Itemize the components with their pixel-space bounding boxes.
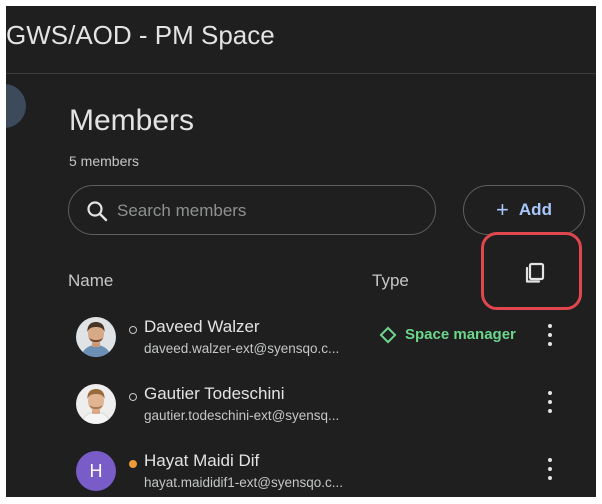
more-vert-icon (548, 324, 552, 328)
space-avatar (6, 84, 26, 128)
member-name: Daveed Walzer (144, 317, 260, 336)
more-options-button[interactable] (540, 388, 560, 416)
more-vert-icon (548, 391, 552, 395)
avatar: H (76, 451, 116, 491)
more-options-button[interactable] (540, 321, 560, 349)
more-options-button[interactable] (540, 455, 560, 483)
member-count: 5 members (69, 153, 140, 169)
member-name: Hayat Maidi Dif (144, 451, 260, 470)
column-header-name: Name (68, 271, 114, 290)
members-dialog: GWS/AOD - PM Space Members 5 members Sea… (6, 6, 596, 497)
search-input[interactable]: Search members (68, 185, 436, 235)
member-email: daveed.walzer-ext@syensqo.c... (144, 341, 340, 356)
add-member-button[interactable]: + Add (463, 185, 585, 235)
more-vert-icon (548, 458, 552, 462)
search-placeholder: Search members (117, 201, 247, 220)
copy-icon[interactable] (524, 262, 546, 284)
header-divider (6, 73, 596, 74)
role-label: Space manager (405, 326, 516, 343)
avatar (76, 384, 116, 424)
member-row[interactable]: Gautier Todeschini gautier.todeschini-ex… (6, 384, 596, 450)
member-email: hayat.maididif1-ext@syensqo.c... (144, 475, 344, 490)
plus-icon: + (496, 197, 509, 222)
member-row[interactable]: H Hayat Maidi Dif hayat.maididif1-ext@sy… (6, 451, 596, 497)
member-email: gautier.todeschini-ext@syensq... (144, 408, 340, 423)
status-offline-icon (129, 326, 137, 334)
search-icon (87, 201, 108, 222)
status-away-icon (129, 460, 137, 468)
add-button-label: Add (518, 200, 552, 219)
role-badge: Space manager (379, 326, 516, 343)
diamond-icon (379, 326, 397, 343)
status-offline-icon (129, 393, 137, 401)
avatar (76, 317, 116, 357)
member-row[interactable]: Daveed Walzer daveed.walzer-ext@syensqo.… (6, 317, 596, 383)
space-title: GWS/AOD - PM Space (6, 20, 275, 50)
panel-title: Members (69, 104, 195, 137)
member-name: Gautier Todeschini (144, 384, 285, 403)
column-header-type: Type (372, 271, 409, 290)
